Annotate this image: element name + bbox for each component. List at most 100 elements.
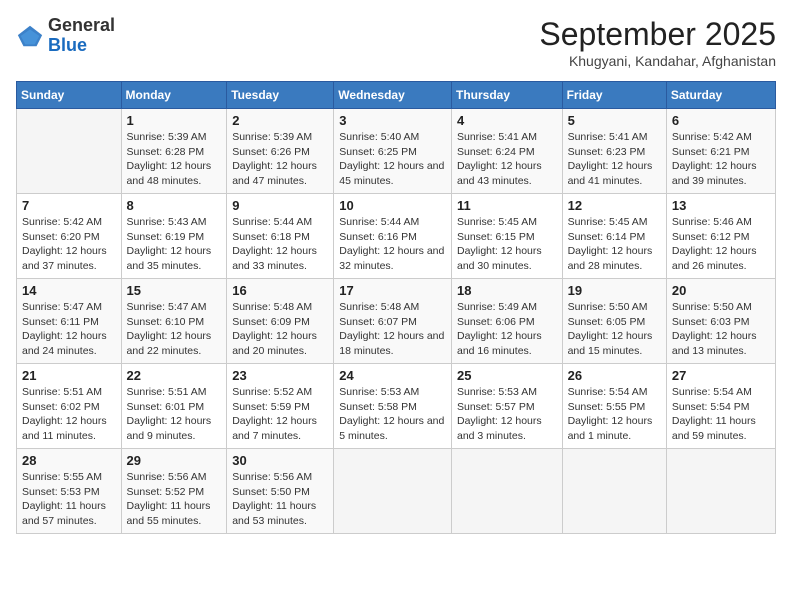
day-detail: Sunrise: 5:50 AMSunset: 6:03 PMDaylight:… — [672, 300, 770, 359]
calendar-cell: 23 Sunrise: 5:52 AMSunset: 5:59 PMDaylig… — [227, 364, 334, 449]
calendar-cell: 1 Sunrise: 5:39 AMSunset: 6:28 PMDayligh… — [121, 109, 227, 194]
day-detail: Sunrise: 5:43 AMSunset: 6:19 PMDaylight:… — [127, 215, 222, 274]
day-number: 9 — [232, 198, 328, 213]
day-number: 10 — [339, 198, 446, 213]
calendar-cell: 24 Sunrise: 5:53 AMSunset: 5:58 PMDaylig… — [334, 364, 452, 449]
day-number: 5 — [568, 113, 661, 128]
day-detail: Sunrise: 5:47 AMSunset: 6:10 PMDaylight:… — [127, 300, 222, 359]
calendar-cell: 20 Sunrise: 5:50 AMSunset: 6:03 PMDaylig… — [666, 279, 775, 364]
day-number: 22 — [127, 368, 222, 383]
calendar-cell: 3 Sunrise: 5:40 AMSunset: 6:25 PMDayligh… — [334, 109, 452, 194]
day-detail: Sunrise: 5:45 AMSunset: 6:14 PMDaylight:… — [568, 215, 661, 274]
logo-text: General Blue — [48, 16, 115, 56]
logo-blue: Blue — [48, 35, 87, 55]
day-number: 1 — [127, 113, 222, 128]
day-number: 29 — [127, 453, 222, 468]
calendar-cell — [17, 109, 122, 194]
day-number: 30 — [232, 453, 328, 468]
calendar-cell: 22 Sunrise: 5:51 AMSunset: 6:01 PMDaylig… — [121, 364, 227, 449]
day-number: 11 — [457, 198, 557, 213]
day-detail: Sunrise: 5:50 AMSunset: 6:05 PMDaylight:… — [568, 300, 661, 359]
calendar-week-row: 7 Sunrise: 5:42 AMSunset: 6:20 PMDayligh… — [17, 194, 776, 279]
day-number: 18 — [457, 283, 557, 298]
calendar-cell: 19 Sunrise: 5:50 AMSunset: 6:05 PMDaylig… — [562, 279, 666, 364]
day-detail: Sunrise: 5:53 AMSunset: 5:57 PMDaylight:… — [457, 385, 557, 444]
calendar-cell — [666, 449, 775, 534]
day-number: 21 — [22, 368, 116, 383]
day-detail: Sunrise: 5:51 AMSunset: 6:02 PMDaylight:… — [22, 385, 116, 444]
day-detail: Sunrise: 5:55 AMSunset: 5:53 PMDaylight:… — [22, 470, 116, 529]
month-title: September 2025 — [539, 16, 776, 53]
day-number: 13 — [672, 198, 770, 213]
day-number: 28 — [22, 453, 116, 468]
weekday-header: Tuesday — [227, 82, 334, 109]
day-number: 26 — [568, 368, 661, 383]
title-block: September 2025 Khugyani, Kandahar, Afgha… — [539, 16, 776, 69]
day-number: 6 — [672, 113, 770, 128]
day-number: 16 — [232, 283, 328, 298]
calendar-cell: 21 Sunrise: 5:51 AMSunset: 6:02 PMDaylig… — [17, 364, 122, 449]
day-detail: Sunrise: 5:45 AMSunset: 6:15 PMDaylight:… — [457, 215, 557, 274]
day-detail: Sunrise: 5:42 AMSunset: 6:21 PMDaylight:… — [672, 130, 770, 189]
calendar-cell: 8 Sunrise: 5:43 AMSunset: 6:19 PMDayligh… — [121, 194, 227, 279]
day-number: 15 — [127, 283, 222, 298]
weekday-header: Friday — [562, 82, 666, 109]
day-detail: Sunrise: 5:47 AMSunset: 6:11 PMDaylight:… — [22, 300, 116, 359]
calendar-cell: 13 Sunrise: 5:46 AMSunset: 6:12 PMDaylig… — [666, 194, 775, 279]
day-detail: Sunrise: 5:41 AMSunset: 6:23 PMDaylight:… — [568, 130, 661, 189]
calendar-week-row: 14 Sunrise: 5:47 AMSunset: 6:11 PMDaylig… — [17, 279, 776, 364]
day-number: 24 — [339, 368, 446, 383]
calendar-cell: 27 Sunrise: 5:54 AMSunset: 5:54 PMDaylig… — [666, 364, 775, 449]
day-detail: Sunrise: 5:53 AMSunset: 5:58 PMDaylight:… — [339, 385, 446, 444]
calendar-cell: 12 Sunrise: 5:45 AMSunset: 6:14 PMDaylig… — [562, 194, 666, 279]
weekday-header: Monday — [121, 82, 227, 109]
calendar-cell: 9 Sunrise: 5:44 AMSunset: 6:18 PMDayligh… — [227, 194, 334, 279]
day-number: 25 — [457, 368, 557, 383]
day-detail: Sunrise: 5:56 AMSunset: 5:52 PMDaylight:… — [127, 470, 222, 529]
calendar-cell: 5 Sunrise: 5:41 AMSunset: 6:23 PMDayligh… — [562, 109, 666, 194]
day-number: 3 — [339, 113, 446, 128]
calendar-week-row: 21 Sunrise: 5:51 AMSunset: 6:02 PMDaylig… — [17, 364, 776, 449]
calendar-table: SundayMondayTuesdayWednesdayThursdayFrid… — [16, 81, 776, 534]
day-detail: Sunrise: 5:54 AMSunset: 5:54 PMDaylight:… — [672, 385, 770, 444]
calendar-cell: 15 Sunrise: 5:47 AMSunset: 6:10 PMDaylig… — [121, 279, 227, 364]
location: Khugyani, Kandahar, Afghanistan — [539, 53, 776, 69]
day-detail: Sunrise: 5:44 AMSunset: 6:18 PMDaylight:… — [232, 215, 328, 274]
calendar-cell: 29 Sunrise: 5:56 AMSunset: 5:52 PMDaylig… — [121, 449, 227, 534]
calendar-cell: 7 Sunrise: 5:42 AMSunset: 6:20 PMDayligh… — [17, 194, 122, 279]
day-number: 2 — [232, 113, 328, 128]
day-detail: Sunrise: 5:49 AMSunset: 6:06 PMDaylight:… — [457, 300, 557, 359]
day-number: 23 — [232, 368, 328, 383]
calendar-week-row: 1 Sunrise: 5:39 AMSunset: 6:28 PMDayligh… — [17, 109, 776, 194]
day-detail: Sunrise: 5:56 AMSunset: 5:50 PMDaylight:… — [232, 470, 328, 529]
weekday-header: Thursday — [451, 82, 562, 109]
calendar-week-row: 28 Sunrise: 5:55 AMSunset: 5:53 PMDaylig… — [17, 449, 776, 534]
day-detail: Sunrise: 5:46 AMSunset: 6:12 PMDaylight:… — [672, 215, 770, 274]
day-detail: Sunrise: 5:44 AMSunset: 6:16 PMDaylight:… — [339, 215, 446, 274]
calendar-cell: 18 Sunrise: 5:49 AMSunset: 6:06 PMDaylig… — [451, 279, 562, 364]
day-detail: Sunrise: 5:54 AMSunset: 5:55 PMDaylight:… — [568, 385, 661, 444]
day-detail: Sunrise: 5:42 AMSunset: 6:20 PMDaylight:… — [22, 215, 116, 274]
day-detail: Sunrise: 5:51 AMSunset: 6:01 PMDaylight:… — [127, 385, 222, 444]
day-detail: Sunrise: 5:48 AMSunset: 6:09 PMDaylight:… — [232, 300, 328, 359]
day-detail: Sunrise: 5:39 AMSunset: 6:26 PMDaylight:… — [232, 130, 328, 189]
calendar-cell: 28 Sunrise: 5:55 AMSunset: 5:53 PMDaylig… — [17, 449, 122, 534]
logo-general: General — [48, 15, 115, 35]
weekday-header: Saturday — [666, 82, 775, 109]
calendar-cell: 17 Sunrise: 5:48 AMSunset: 6:07 PMDaylig… — [334, 279, 452, 364]
day-number: 14 — [22, 283, 116, 298]
calendar-cell — [334, 449, 452, 534]
day-number: 27 — [672, 368, 770, 383]
calendar-cell: 25 Sunrise: 5:53 AMSunset: 5:57 PMDaylig… — [451, 364, 562, 449]
day-number: 8 — [127, 198, 222, 213]
page-header: General Blue September 2025 Khugyani, Ka… — [16, 16, 776, 69]
day-number: 12 — [568, 198, 661, 213]
day-detail: Sunrise: 5:40 AMSunset: 6:25 PMDaylight:… — [339, 130, 446, 189]
day-detail: Sunrise: 5:39 AMSunset: 6:28 PMDaylight:… — [127, 130, 222, 189]
calendar-cell: 26 Sunrise: 5:54 AMSunset: 5:55 PMDaylig… — [562, 364, 666, 449]
calendar-cell — [451, 449, 562, 534]
calendar-cell: 4 Sunrise: 5:41 AMSunset: 6:24 PMDayligh… — [451, 109, 562, 194]
day-detail: Sunrise: 5:52 AMSunset: 5:59 PMDaylight:… — [232, 385, 328, 444]
day-number: 4 — [457, 113, 557, 128]
calendar-cell: 14 Sunrise: 5:47 AMSunset: 6:11 PMDaylig… — [17, 279, 122, 364]
